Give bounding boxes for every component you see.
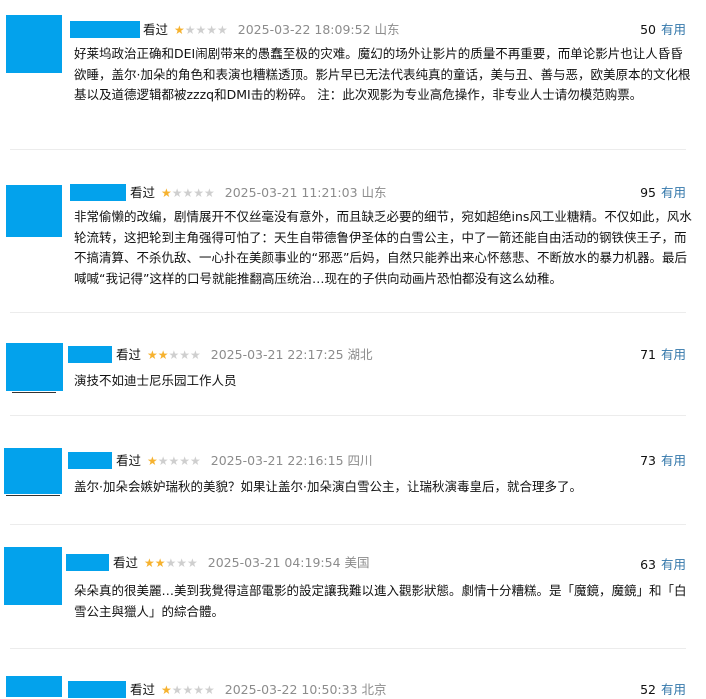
review-item: 看过 ★★★★★ 2025-03-21 04:19:54 美国 63 有用 朵朵真…: [0, 525, 706, 650]
username[interactable]: [68, 346, 112, 363]
review-meta: 看过 ★★★★★ 2025-03-22 10:50:33 北京: [130, 681, 387, 699]
review-meta: 看过 ★★★★★ 2025-03-21 11:21:03 山东: [130, 184, 387, 202]
review-time: 2025-03-21 11:21:03 山东: [224, 185, 387, 200]
review-text: 非常偷懒的改编，剧情展开不仅丝毫没有意外，而且缺乏必要的细节，宛如超绝ins风工…: [74, 209, 692, 286]
review-time: 2025-03-22 10:50:33 北京: [224, 682, 387, 697]
avatar[interactable]: [4, 547, 62, 605]
star-rating: ★★★★★: [161, 186, 215, 200]
review-time: 2025-03-21 22:17:25 湖北: [210, 347, 373, 362]
review-text: 演技不如迪士尼乐园工作人员: [74, 373, 237, 388]
star-icon: ★: [147, 454, 158, 468]
useful-button[interactable]: 有用: [661, 347, 686, 362]
review-time: 2025-03-22 18:09:52 山东: [237, 22, 400, 37]
star-icon: ★★★★: [157, 454, 201, 468]
username[interactable]: [66, 554, 109, 571]
vote-count: 95 有用: [640, 185, 686, 200]
username[interactable]: [68, 452, 112, 469]
star-icon: ★: [161, 186, 172, 200]
star-rating: ★★★★★: [161, 683, 215, 697]
star-icon: ★★★★: [184, 23, 228, 37]
review-time: 2025-03-21 04:19:54 美国: [207, 555, 370, 570]
watch-status: 看过: [143, 22, 169, 37]
review-item: 看过 ★★★★★ 2025-03-21 22:16:15 四川 73 有用 盖尔·…: [0, 416, 706, 524]
vote-count: 71 有用: [640, 347, 686, 362]
avatar[interactable]: [6, 185, 62, 237]
star-icon: ★: [174, 23, 185, 37]
useful-button[interactable]: 有用: [661, 185, 686, 200]
review-meta: 看过 ★★★★★ 2025-03-21 04:19:54 美国: [113, 554, 370, 572]
review-meta: 看过 ★★★★★ 2025-03-21 22:16:15 四川: [116, 452, 373, 470]
avatar[interactable]: [4, 448, 62, 494]
watch-status: 看过: [113, 555, 139, 570]
review-text: 朵朵真的很美麗…美到我覺得這部電影的設定讓我難以進入觀影狀態。劇情十分糟糕。是「…: [74, 583, 687, 619]
star-icon: ★★★★: [171, 683, 215, 697]
star-icon: ★★: [144, 556, 166, 570]
watch-status: 看过: [130, 682, 156, 697]
review-item: 看过 ★★★★★ 2025-03-21 22:17:25 湖北 71 有用 演技不…: [0, 313, 706, 415]
avatar[interactable]: [6, 15, 62, 73]
review-item: 看过 ★★★★★ 2025-03-22 10:50:33 北京 52 有用: [0, 649, 706, 699]
review-text: 盖尔·加朵会嫉妒瑞秋的美貌？如果让盖尔·加朵演白雪公主，让瑞秋演毒皇后，就合理多…: [74, 479, 582, 494]
star-icon: ★★★★: [171, 186, 215, 200]
username[interactable]: [70, 21, 140, 38]
divider: [6, 495, 60, 496]
useful-button[interactable]: 有用: [661, 682, 686, 697]
review-item: 看过 ★★★★★ 2025-03-22 18:09:52 山东 50 有用 好莱坞…: [0, 0, 706, 150]
star-icon: ★★★: [165, 556, 198, 570]
useful-button[interactable]: 有用: [661, 22, 686, 37]
star-icon: ★★: [147, 348, 169, 362]
review-text: 好莱坞政治正确和DEI闹剧带来的愚蠢至极的灾难。魔幻的场外让影片的质量不再重要，…: [74, 46, 691, 102]
star-rating: ★★★★★: [147, 454, 201, 468]
divider: [12, 392, 56, 393]
watch-status: 看过: [116, 347, 142, 362]
star-rating: ★★★★★: [147, 348, 201, 362]
vote-count: 63 有用: [640, 557, 686, 572]
star-rating: ★★★★★: [174, 23, 228, 37]
useful-button[interactable]: 有用: [661, 557, 686, 572]
username[interactable]: [68, 681, 126, 698]
vote-count: 50 有用: [640, 22, 686, 37]
username[interactable]: [70, 184, 126, 201]
review-meta: 看过 ★★★★★ 2025-03-22 18:09:52 山东: [143, 21, 400, 39]
vote-count: 73 有用: [640, 453, 686, 468]
avatar[interactable]: [6, 676, 62, 697]
review-meta: 看过 ★★★★★ 2025-03-21 22:17:25 湖北: [116, 346, 373, 364]
review-item: 看过 ★★★★★ 2025-03-21 11:21:03 山东 95 有用 非常偷…: [0, 150, 706, 310]
review-time: 2025-03-21 22:16:15 四川: [210, 453, 373, 468]
vote-count: 52 有用: [640, 682, 686, 697]
star-icon: ★★★: [168, 348, 201, 362]
avatar[interactable]: [6, 343, 63, 391]
useful-button[interactable]: 有用: [661, 453, 686, 468]
watch-status: 看过: [116, 453, 142, 468]
star-rating: ★★★★★: [144, 556, 198, 570]
star-icon: ★: [161, 683, 172, 697]
watch-status: 看过: [130, 185, 156, 200]
